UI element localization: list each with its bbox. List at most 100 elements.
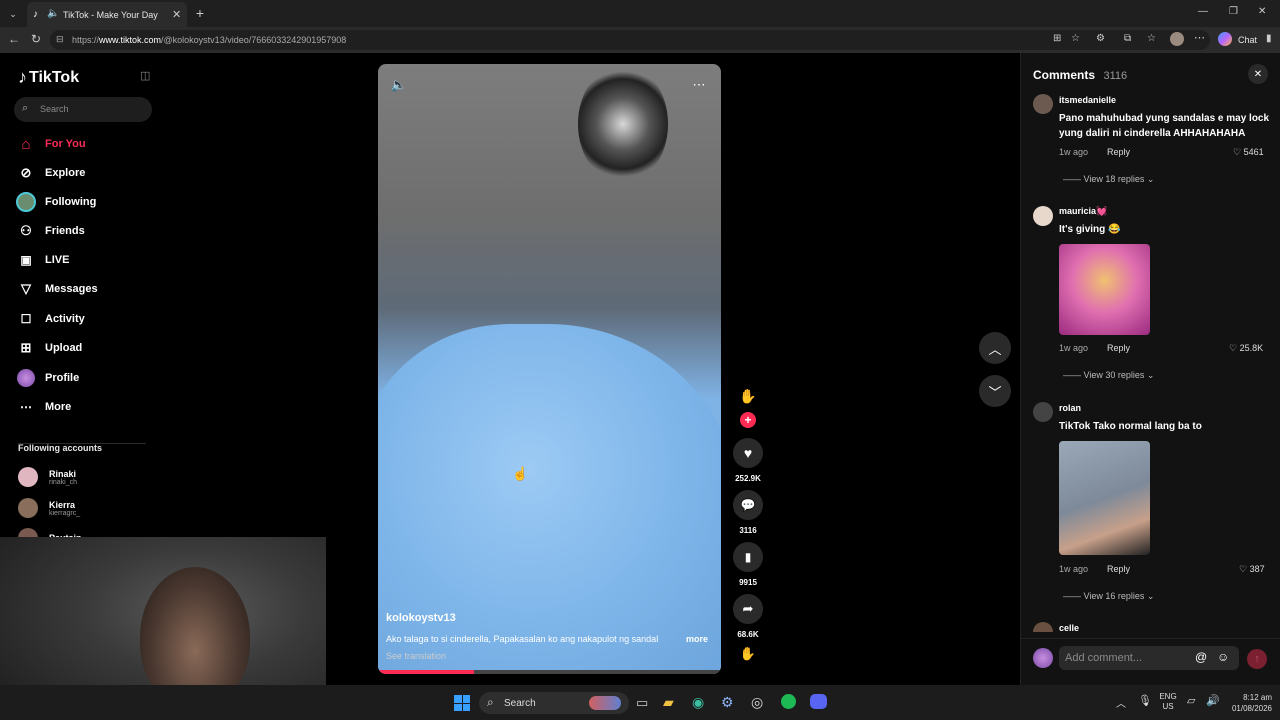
app-view-icon[interactable]: ⊞: [1053, 33, 1061, 44]
see-translation-link[interactable]: See translation: [386, 651, 446, 661]
reply-button[interactable]: Reply: [1107, 147, 1130, 157]
comment-like[interactable]: ♡ 5461: [1233, 147, 1264, 158]
video-player[interactable]: 🔈 ⋯ kolokoystv13 Ako talaga to si cinder…: [378, 64, 721, 674]
avatar[interactable]: [1033, 94, 1053, 114]
taskbar-search[interactable]: ⌕ Search: [479, 692, 629, 714]
next-video-button[interactable]: ﹀: [979, 375, 1011, 407]
language-indicator[interactable]: ENG US: [1158, 692, 1178, 712]
view-replies[interactable]: —— View 18 replies ⌄: [1063, 174, 1154, 185]
nav-activity[interactable]: ☐ Activity: [16, 308, 85, 330]
tiktok-favicon-icon: ♪: [33, 9, 38, 20]
browser-menu-icon[interactable]: ⋯: [1194, 31, 1205, 44]
video-author[interactable]: kolokoystv13: [386, 612, 456, 624]
sidebar-toggle-icon[interactable]: ▮: [1266, 33, 1272, 44]
nav-more[interactable]: ⋯ More: [16, 396, 71, 418]
steam-icon[interactable]: ⚙: [721, 694, 734, 711]
profile-avatar[interactable]: [1170, 32, 1184, 46]
like-button[interactable]: ♥: [733, 438, 763, 468]
nav-following[interactable]: Following: [16, 191, 96, 213]
follow-plus-icon[interactable]: +: [740, 412, 756, 428]
chat-label[interactable]: Chat: [1238, 35, 1257, 45]
reply-button[interactable]: Reply: [1107, 343, 1130, 353]
avatar[interactable]: [1033, 622, 1053, 632]
split-screen-icon[interactable]: ⧉: [1124, 33, 1131, 44]
close-comments-icon[interactable]: ✕: [1248, 64, 1268, 84]
nav-for-you[interactable]: ⌂ For You: [16, 133, 85, 155]
tray-overflow-icon[interactable]: ︿: [1116, 695, 1126, 710]
extensions-icon[interactable]: ⚙: [1096, 33, 1105, 44]
microphone-icon[interactable]: 🎙: [1138, 694, 1152, 707]
tab-list-chevron-icon[interactable]: ⌄: [4, 5, 22, 23]
tiktok-logo[interactable]: ♪ TikTok: [18, 67, 79, 88]
favorite-star-icon[interactable]: ☆: [1071, 33, 1080, 44]
network-icon[interactable]: ▱: [1187, 694, 1195, 707]
windows-start-icon[interactable]: [454, 695, 470, 711]
windows-taskbar: ⌕ Search ▭ ▰ ◉ ⚙ ◎ ︿ 🎙 ENG US ▱ 🔊 8:12 a…: [0, 685, 1280, 720]
comment-like[interactable]: ♡ 387: [1239, 564, 1265, 575]
view-replies[interactable]: —— View 30 replies ⌄: [1063, 370, 1154, 381]
speaker-icon[interactable]: 🔊: [1206, 694, 1220, 707]
comment-user[interactable]: celle: [1059, 623, 1079, 633]
post-comment-button[interactable]: ↑: [1247, 649, 1267, 669]
search-input[interactable]: ⌕ Search: [14, 97, 152, 122]
view-replies[interactable]: —— View 16 replies ⌄: [1063, 591, 1154, 602]
clock[interactable]: 8:12 am 01/08/2026: [1222, 692, 1272, 714]
mention-icon[interactable]: @: [1195, 650, 1207, 664]
avatar[interactable]: [1033, 206, 1053, 226]
window-close-icon[interactable]: ✕: [1258, 6, 1266, 17]
copilot-icon[interactable]: [1218, 32, 1232, 46]
maximize-icon[interactable]: ❐: [1229, 6, 1238, 17]
save-button[interactable]: ▮: [733, 542, 763, 572]
browser-tab[interactable]: ♪ 🔈 TikTok - Make Your Day ✕: [27, 2, 187, 27]
nav-live[interactable]: ▣ LIVE: [16, 249, 69, 271]
comment-user[interactable]: rolan: [1059, 403, 1081, 413]
nav-explore[interactable]: ⊘ Explore: [16, 162, 86, 184]
comment-sticker-image[interactable]: [1059, 244, 1150, 335]
comment-placeholder: Add comment...: [1065, 652, 1143, 664]
previous-video-button[interactable]: ︿: [979, 332, 1011, 364]
file-explorer-icon[interactable]: ▰: [663, 694, 674, 711]
volume-icon[interactable]: 🔈: [390, 76, 408, 94]
back-icon[interactable]: ←: [8, 32, 20, 46]
refresh-icon[interactable]: ↻: [31, 32, 41, 46]
nav-friends[interactable]: ⚇ Friends: [16, 220, 85, 242]
video-more-icon[interactable]: ⋯: [690, 76, 708, 94]
comment-user[interactable]: itsmedanielle: [1059, 95, 1116, 105]
tab-audio-icon[interactable]: 🔈: [47, 8, 59, 19]
account-rinaki[interactable]: Rinaki rinaki_ch: [18, 464, 77, 490]
discord-icon[interactable]: [810, 694, 827, 709]
video-progress-track[interactable]: [378, 670, 721, 674]
emoji-icon[interactable]: ☺: [1217, 650, 1229, 664]
comment-like[interactable]: ♡ 25.8K: [1229, 343, 1263, 354]
tab-close-icon[interactable]: ✕: [172, 8, 181, 21]
avatar[interactable]: [1033, 402, 1053, 422]
creator-avatar-icon[interactable]: ✋: [738, 386, 758, 406]
heart-outline-icon: ♡: [1239, 564, 1248, 574]
comment-photo-image[interactable]: [1059, 441, 1150, 555]
edge-icon[interactable]: ◉: [692, 694, 704, 711]
nav-profile[interactable]: Profile: [16, 367, 79, 389]
obs-icon[interactable]: ◎: [751, 694, 763, 711]
new-tab-icon[interactable]: +: [192, 5, 208, 21]
comments-count: 3116: [1103, 70, 1128, 82]
comment-button[interactable]: 💬: [733, 490, 763, 520]
collapse-sidebar-icon[interactable]: ◫: [140, 69, 150, 82]
nav-upload[interactable]: ⊞ Upload: [16, 337, 83, 359]
chevron-down-icon: ⌄: [1146, 370, 1155, 380]
comment-user[interactable]: mauricia💓: [1059, 206, 1107, 217]
site-info-icon[interactable]: ⊟: [56, 34, 64, 45]
minimize-icon[interactable]: —: [1198, 6, 1208, 17]
task-view-icon[interactable]: ▭: [636, 695, 648, 711]
favorites-icon[interactable]: ☆: [1147, 33, 1156, 44]
reply-button[interactable]: Reply: [1107, 564, 1130, 574]
nav-messages[interactable]: ▽ Messages: [16, 278, 98, 300]
arrow-up-icon: ↑: [1254, 653, 1260, 665]
url-field[interactable]: ⊟ https://www.tiktok.com/@kolokoystv13/v…: [50, 30, 1210, 50]
account-kierra[interactable]: Kierra kierragrc_: [18, 495, 80, 521]
caption-more-link[interactable]: more: [686, 634, 708, 644]
sound-disc-icon[interactable]: ✋: [738, 644, 758, 664]
share-button[interactable]: ➦: [733, 594, 763, 624]
comment-input[interactable]: Add comment... @ ☺: [1059, 646, 1239, 670]
following-accounts-title: Following accounts: [18, 443, 103, 453]
spotify-icon[interactable]: [781, 694, 796, 709]
